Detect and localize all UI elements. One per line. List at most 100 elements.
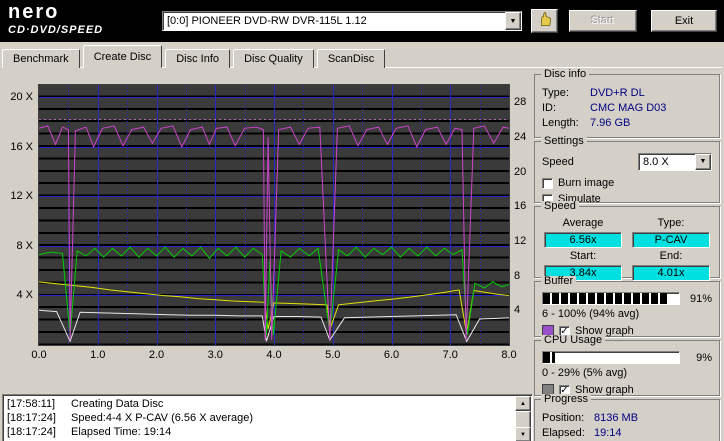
disc-type-label: Type: (542, 86, 569, 99)
axis-tick-label: 16 (514, 200, 527, 213)
start-button[interactable]: Start (569, 10, 637, 32)
cpu-group: CPU Usage 9% 0 - 29% (5% avg) ✓ Show gra… (534, 335, 720, 396)
axis-tick-label: 2.0 (148, 349, 165, 361)
log-time: [18:17:24] (7, 426, 56, 438)
speed-select[interactable]: 8.0 X ▼ (638, 152, 712, 171)
axis-tick-label: 3.0 (207, 349, 223, 361)
axis-tick-label: 8 (514, 269, 521, 282)
average-speed-value: 6.56x (544, 232, 622, 248)
end-speed-value: 4.01x (632, 265, 710, 281)
elapsed-label: Elapsed: (542, 426, 585, 439)
position-value: 8136 MB (594, 411, 639, 424)
y-axis-right: 28 24 20 16 12 8 4 (514, 85, 534, 347)
side-panel: Disc info Type: DVD+R DL ID: CMC MAG D03 L… (534, 69, 720, 441)
log-entry[interactable]: [18:17:24] Elapsed Time: 19:14 (7, 425, 512, 439)
log-text: Elapsed Time: 19:14 (71, 426, 172, 438)
header-bar: nero CD·DVD/SPEED [0:0] PIONEER DVD-RW D… (0, 0, 724, 42)
cpu-title: CPU Usage (541, 335, 606, 346)
disc-length-row: Length: 7.96 GB (542, 115, 712, 130)
tab-bar: Benchmark Create Disc Disc Info Disc Qua… (2, 45, 722, 68)
disc-type-value: DVD+R DL (590, 86, 645, 99)
drive-select-value: [0:0] PIONEER DVD-RW DVR-115L 1.12 (167, 15, 367, 27)
drive-select[interactable]: [0:0] PIONEER DVD-RW DVR-115L 1.12 ▼ (162, 11, 522, 31)
log-entry[interactable]: [17:58:11] Creating Data Disc (7, 397, 512, 411)
progress-group: Progress Position: 8136 MB Elapsed: 19:14 (534, 394, 720, 441)
x-axis: 0.0 1.0 2.0 3.0 4.0 5.0 6.0 7.0 8.0 (31, 349, 516, 363)
axis-tick-label: 1.0 (90, 349, 106, 361)
axis-tick-label: 16 X (10, 140, 33, 153)
disc-id-value: CMC MAG D03 (590, 101, 667, 114)
cpu-range-text: 0 - 29% (5% avg) (542, 367, 627, 379)
axis-tick-label: 4.0 (266, 349, 282, 361)
speed-graph-canvas (39, 85, 509, 345)
disc-info-group: Disc info Type: DVD+R DL ID: CMC MAG D03 L… (534, 69, 720, 138)
cpu-percent: 9% (696, 351, 712, 364)
nero-logo-text: nero (8, 1, 60, 23)
chevron-down-icon[interactable]: ▼ (695, 153, 711, 170)
axis-tick-label: 6.0 (383, 349, 400, 361)
speed-select-value: 8.0 X (643, 155, 669, 168)
cpu-progress-bar (542, 351, 680, 364)
speed-group: Speed Average Type: 6.56x P-CAV Start: E… (534, 201, 720, 281)
settings-group: Settings Speed 8.0 X ▼ Burn image Simula… (534, 136, 720, 205)
speed-label: Speed (542, 155, 574, 168)
position-label: Position: (542, 411, 585, 424)
burn-image-label: Burn image (558, 177, 615, 189)
disc-id-row: ID: CMC MAG D03 (542, 100, 712, 115)
end-label: End: (659, 250, 683, 262)
buffer-progress-bar (542, 292, 680, 305)
chevron-down-icon[interactable]: ▼ (505, 12, 521, 30)
buffer-progress-fill (543, 293, 667, 304)
scroll-up-button[interactable]: ▲ (515, 396, 531, 411)
exit-button[interactable]: Exit (651, 10, 717, 32)
log-text: Speed:4-4 X P-CAV (6.56 X average) (71, 412, 254, 424)
log-time: [17:58:11] (7, 398, 56, 410)
tool-button[interactable] (531, 9, 558, 33)
log-text: Creating Data Disc (71, 398, 164, 410)
buffer-group: Buffer 91% 6 - 100% (94% avg) ✓ Show gra… (534, 276, 720, 337)
scroll-down-button[interactable]: ▼ (515, 427, 531, 441)
axis-tick-label: 12 (514, 235, 527, 247)
type-value: P-CAV (632, 232, 710, 248)
disc-id-label: ID: (542, 101, 557, 114)
log-entry[interactable]: [18:17:24] Speed:4-4 X P-CAV (6.56 X aver… (7, 411, 512, 425)
tab-scandisc[interactable]: ScanDisc (316, 49, 386, 68)
settings-title: Settings (541, 136, 587, 147)
axis-tick-label: 5.0 (325, 349, 341, 361)
tab-create-disc[interactable]: Create Disc (82, 45, 163, 68)
nero-logo-subtext: CD·DVD/SPEED (8, 24, 104, 36)
disc-length-value: 7.96 GB (590, 116, 631, 129)
cpu-progress-fill (543, 352, 556, 363)
tab-disc-quality[interactable]: Disc Quality (233, 49, 314, 68)
axis-tick-label: 8.0 (501, 349, 517, 361)
axis-tick-label: 0.0 (31, 349, 47, 361)
log-listbox[interactable]: [17:58:11] Creating Data Disc [18:17:24] S… (2, 394, 533, 441)
axis-tick-label: 4 (514, 304, 521, 317)
buffer-percent: 91% (689, 292, 712, 305)
axis-tick-label: 24 (514, 131, 527, 143)
log-scrollbar[interactable]: ▲ ▼ (515, 396, 531, 441)
axis-tick-label: 28 (514, 96, 527, 109)
tab-disc-info[interactable]: Disc Info (165, 49, 231, 68)
buffer-title: Buffer (541, 276, 577, 287)
burn-image-checkbox[interactable] (542, 177, 553, 189)
speed-graph-area: 20 X 16 X 12 X 8 X 4 X 28 24 20 16 12 8 4 0.0 1.0 2.… (2, 72, 534, 394)
speed-graph (38, 84, 510, 346)
nero-logo: nero CD·DVD/SPEED (8, 1, 104, 37)
disc-info-title: Disc info (541, 69, 590, 80)
buffer-range-text: 6 - 100% (94% avg) (542, 308, 640, 320)
start-label: Start: (569, 250, 597, 262)
axis-tick-label: 12 X (10, 190, 33, 203)
y-axis-left: 20 X 16 X 12 X 8 X 4 X (2, 85, 35, 347)
log-time: [18:17:24] (7, 412, 56, 424)
disc-type-row: Type: DVD+R DL (542, 85, 712, 100)
axis-tick-label: 4 X (16, 289, 33, 302)
axis-tick-label: 20 X (10, 91, 33, 104)
disc-length-label: Length: (542, 116, 579, 129)
progress-title: Progress (541, 394, 592, 405)
axis-tick-label: 20 (514, 165, 527, 178)
hand-icon (536, 11, 554, 32)
axis-tick-label: 7.0 (442, 349, 458, 361)
elapsed-value: 19:14 (594, 426, 622, 439)
tab-benchmark[interactable]: Benchmark (2, 49, 80, 68)
